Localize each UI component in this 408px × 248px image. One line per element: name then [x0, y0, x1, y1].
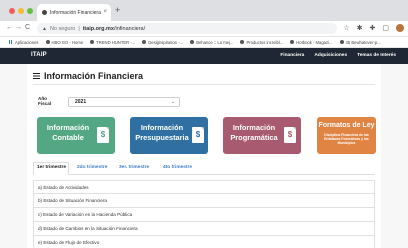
tile-informacion-contable[interactable]: Información Contable $ [37, 117, 115, 154]
tile-line1: Información [232, 123, 276, 132]
globe-icon [90, 40, 95, 44]
bookmark-item[interactable]: TREND HUNTER -... [90, 40, 135, 45]
list-item[interactable]: c) Estado de Variación en la Hacienda Pú… [33, 208, 375, 222]
list-item[interactable]: b) Estado de Situación Financiera [33, 194, 375, 208]
tab-2do-trimestre[interactable]: 2do trimestre [77, 165, 107, 170]
site-header: ITAIP Financiera Adquisiciones Temas de … [0, 48, 408, 64]
puzzle-icon[interactable]: ✚ [370, 24, 376, 32]
bookmark-item[interactable]: Designspiration -... [142, 40, 183, 45]
browser-window: Información Financiera × + ← → C ▲ No se… [0, 0, 408, 248]
tile-line2: Contable [52, 132, 84, 142]
site-menu: Financiera Adquisiciones Temas de Interé… [280, 53, 396, 58]
warning-icon: ▲ [42, 25, 47, 32]
new-tab-button[interactable]: + [115, 5, 120, 15]
browser-toolbar: ← → C ▲ No seguro | itaip.org.mx/infinan… [0, 21, 408, 37]
apps-grid-icon [9, 40, 13, 44]
globe-icon [240, 40, 245, 44]
tile-title: Formatos de Ley [318, 122, 375, 129]
tile-line2: Presupuestaria [135, 132, 189, 142]
quarter-tabs: 1er trimestre 2do trimestre 3er. trimest… [33, 162, 375, 175]
year-label: Año Fiscal [38, 96, 52, 107]
tab-close-icon[interactable]: × [103, 9, 107, 15]
year-select[interactable]: 2021 ⌄ [68, 97, 180, 107]
bookmark-item[interactable]: Behance :: Lo mej... [190, 40, 233, 45]
tile-line1: Información [46, 123, 90, 132]
forward-icon[interactable]: → [15, 24, 22, 31]
tile-line2: Programática [230, 132, 278, 142]
tab-title: Información Financiera [50, 9, 101, 16]
site-logo[interactable]: ITAIP [31, 52, 47, 58]
back-icon[interactable]: ← [6, 24, 13, 31]
year-select-value: 2021 [75, 99, 87, 105]
menu-item-temas[interactable]: Temas de Interés [357, 53, 396, 58]
menu-item-adquisiciones[interactable]: Adquisiciones [314, 53, 347, 58]
url-host: itaip.org.mx [82, 25, 114, 32]
star-icon[interactable]: ☆ [343, 24, 349, 32]
globe-icon [290, 40, 295, 44]
minimize-window-button[interactable] [18, 8, 24, 14]
security-label: No seguro [49, 25, 76, 32]
list-item[interactable]: e) Estado de Flujo de Efectivo [33, 236, 375, 248]
list-item[interactable]: d) Estado de Cambios en la Situación Fin… [33, 222, 375, 236]
list-item[interactable]: a) Estado de Actividades [33, 180, 375, 194]
close-window-button[interactable] [9, 8, 15, 14]
bookmarks-bar: Aplicaciones HBO GO - Home TREND HUNTER … [0, 37, 408, 48]
list-icon [33, 73, 40, 79]
reload-icon[interactable]: C [25, 24, 30, 31]
favicon-icon [42, 10, 47, 15]
avatar[interactable] [396, 24, 404, 32]
tab-strip: Información Financiera × + [0, 0, 408, 21]
money-document-icon: $ [284, 127, 296, 143]
toolbar-icons: ☆ ✱ ✚ ▢ [343, 24, 404, 32]
maximize-window-button[interactable] [27, 8, 33, 14]
tile-informacion-presupuestaria[interactable]: Información Presupuestaria $ [130, 117, 208, 154]
menu-item-financiera[interactable]: Financiera [280, 53, 304, 58]
tile-informacion-programatica[interactable]: Información Programática $ [223, 117, 301, 154]
bookmark-apps[interactable]: Aplicaciones [9, 40, 39, 45]
globe-icon [142, 40, 147, 44]
globe-icon [339, 40, 344, 44]
tab-1er-trimestre[interactable]: 1er trimestre [37, 165, 66, 170]
bookmark-item[interactable]: HBO GO - Home [45, 40, 83, 45]
report-list: a) Estado de Actividades b) Estado de Si… [33, 180, 375, 248]
page-title-text: Información Financiera [44, 71, 144, 81]
divider [33, 84, 375, 85]
money-document-icon: $ [97, 127, 109, 143]
browser-tab[interactable]: Información Financiera × [37, 4, 111, 21]
bookmark-item[interactable]: Productos increibl... [240, 40, 283, 45]
page-title: Información Financiera [33, 71, 143, 81]
tab-3er-trimestre[interactable]: 3er. trimestre [119, 165, 149, 170]
tile-line1: Información [140, 123, 184, 132]
address-bar[interactable]: ▲ No seguro | itaip.org.mx/infinanciera/ [37, 23, 337, 34]
cast-icon[interactable]: ▢ [382, 24, 389, 32]
bookmark-item[interactable]: 45 Bewhatever-p... [339, 40, 381, 45]
tab-4to-trimestre[interactable]: 4to trimestre [163, 165, 192, 170]
money-document-icon: $ [192, 127, 204, 143]
extension-icon[interactable]: ✱ [357, 24, 363, 32]
tile-subtitle: Disciplina Financiera de las Entidades F… [324, 133, 369, 146]
url-path: /infinanciera/ [113, 25, 146, 32]
globe-icon [190, 40, 195, 44]
bookmark-item[interactable]: Hotbook - Magazi... [290, 40, 333, 45]
tile-formatos-de-ley[interactable]: Formatos de Ley Disciplina Financiera de… [317, 117, 376, 154]
chevron-down-icon: ⌄ [170, 99, 175, 105]
globe-icon [45, 40, 50, 44]
